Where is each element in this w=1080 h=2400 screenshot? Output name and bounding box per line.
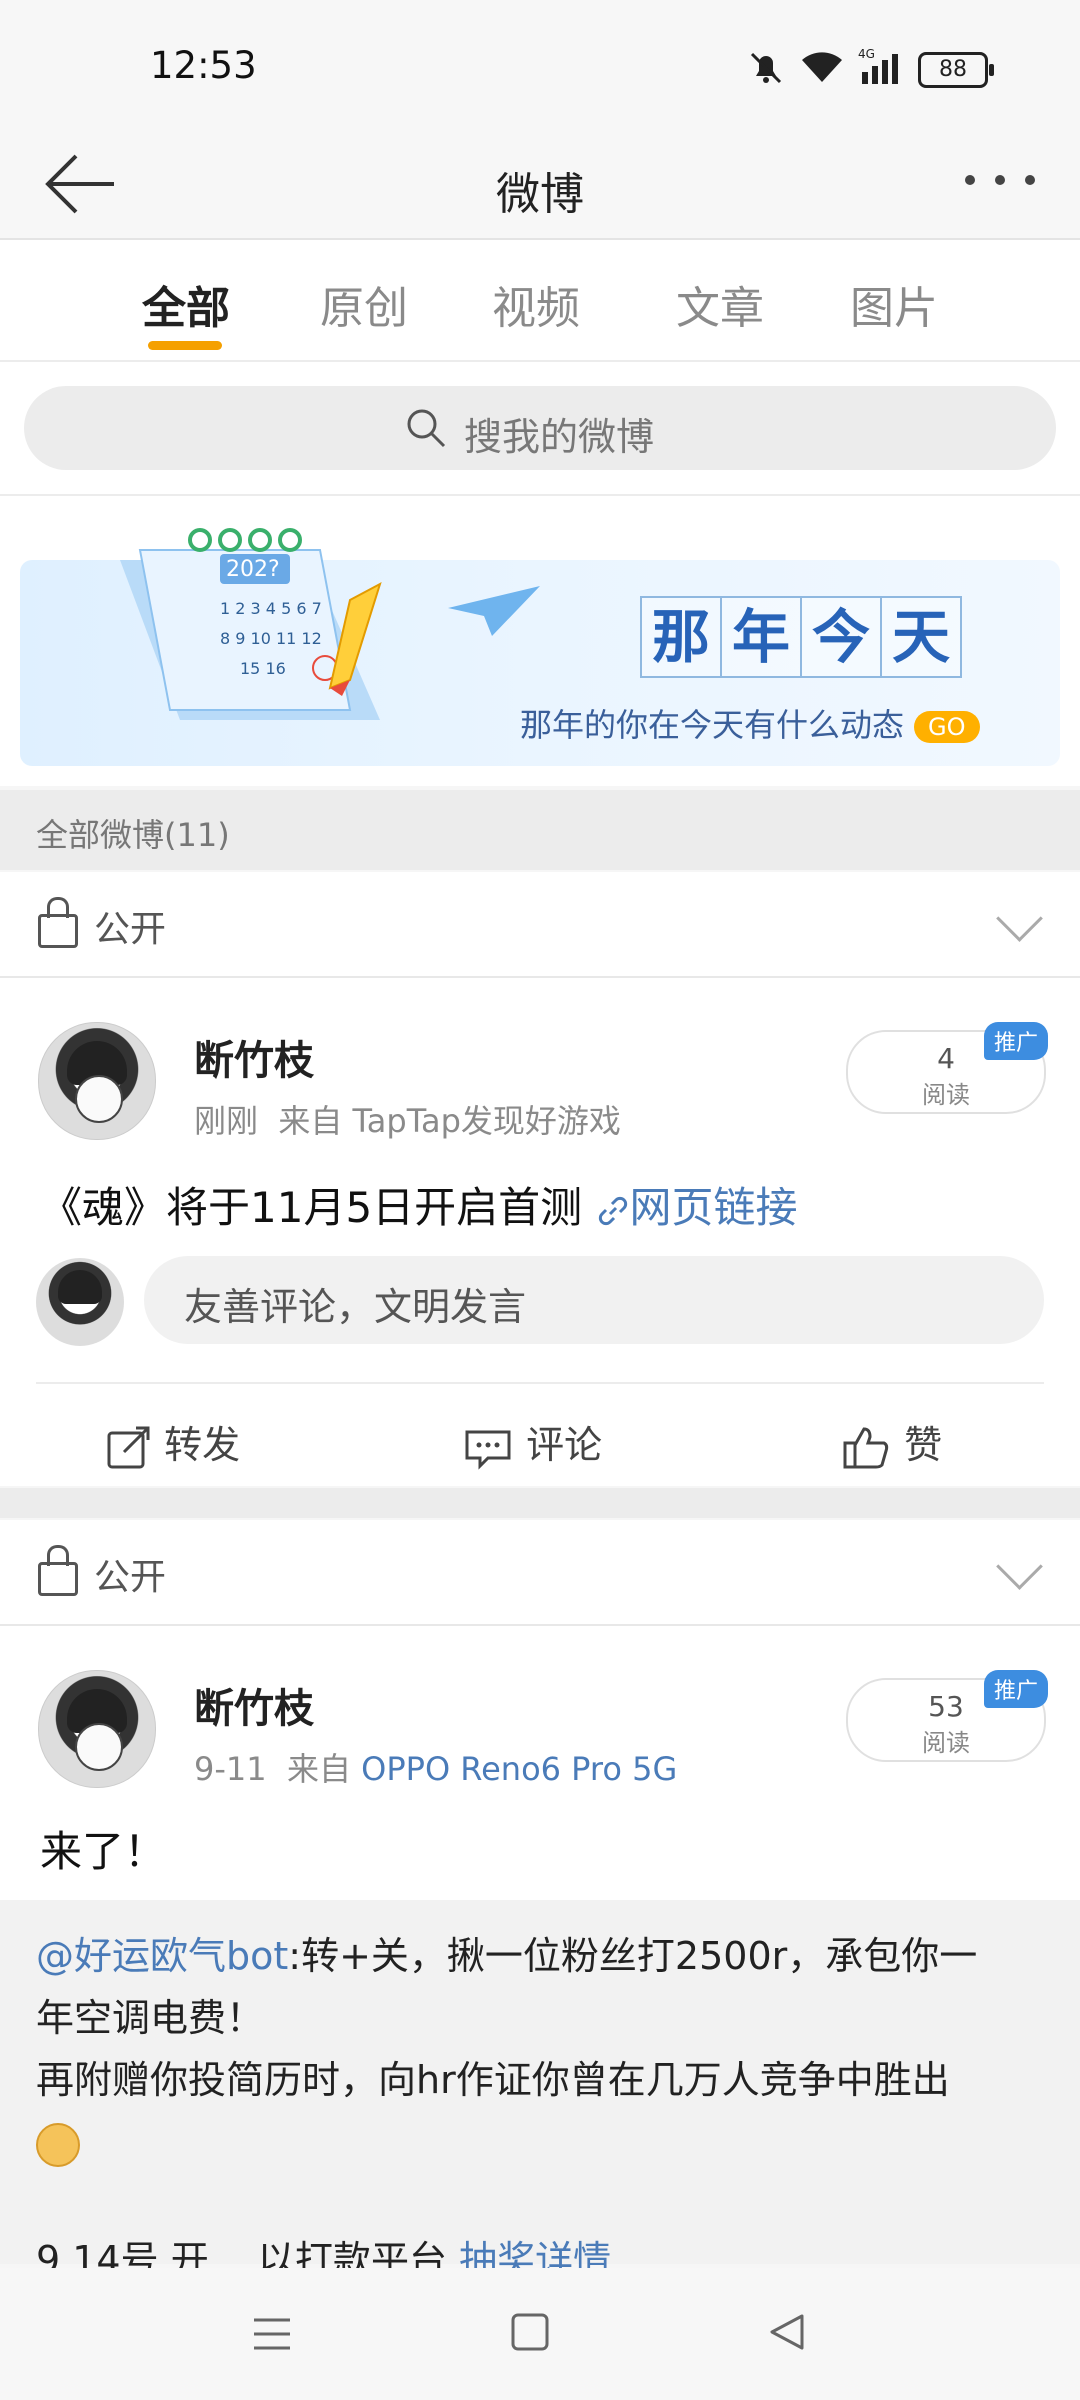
calendar-year: 202? [226, 557, 280, 582]
retweet-text: :转+关，揪一位粉丝打2500r，承包你一 [288, 1934, 978, 1978]
doge-emoji-icon [36, 2122, 80, 2167]
back-triangle-icon[interactable] [766, 2312, 806, 2354]
repost-icon [107, 1426, 150, 1468]
avatar[interactable] [38, 1022, 156, 1140]
banner-title-char: 年 [720, 596, 802, 678]
read-label: 阅读 [922, 1081, 970, 1109]
chevron-down-icon[interactable] [996, 1543, 1043, 1590]
like-label: 赞 [904, 1423, 943, 1467]
from-label: 来自 [286, 1750, 351, 1788]
comment-label: 评论 [526, 1423, 603, 1467]
post-source[interactable]: TapTap发现好游戏 [353, 1102, 621, 1140]
chevron-down-icon[interactable] [996, 895, 1043, 942]
section-title: 全部微博(11) [36, 816, 230, 854]
author-name[interactable]: 断竹枝 [194, 1676, 314, 1734]
read-count-badge[interactable]: 53 阅读 推广 [846, 1670, 1048, 1762]
more-options-icon[interactable] [962, 170, 1038, 190]
go-button[interactable]: GO [914, 711, 980, 743]
banner-subtitle: 那年的你在今天有什么动态 GO [520, 700, 980, 746]
search-placeholder: 搜我的微博 [464, 415, 655, 459]
post-time: 9-11 [194, 1750, 267, 1788]
banner-title: 那年今天 [640, 596, 962, 678]
banner-title-char: 天 [880, 596, 962, 678]
paper-plane-icon [448, 586, 540, 636]
filter-tabs: 全部 原创 视频 文章 图片 [0, 240, 1080, 362]
memories-banner-area: 202? 1 2 3 4 5 6 7 8 9 10 11 12 15 16 那年… [0, 496, 1080, 786]
lock-open-icon [38, 1545, 78, 1596]
divider [36, 1382, 1044, 1384]
tab-video[interactable]: 视频 [492, 272, 580, 336]
from-label: 来自 [278, 1102, 343, 1140]
visibility-row[interactable]: 公开 [0, 872, 1080, 978]
banner-title-char: 那 [640, 596, 722, 678]
memories-banner[interactable]: 202? 1 2 3 4 5 6 7 8 9 10 11 12 15 16 那年… [20, 528, 1060, 766]
search-input[interactable]: 搜我的微博 [24, 386, 1056, 470]
avatar[interactable] [38, 1670, 156, 1788]
promote-badge[interactable]: 推广 [983, 1022, 1048, 1060]
lock-open-icon [38, 897, 78, 948]
web-link[interactable]: 网页链接 [596, 1183, 798, 1232]
mention-link[interactable]: @好运欧气bot [36, 1934, 288, 1978]
like-button[interactable]: 赞 [842, 1414, 942, 1471]
search-icon [407, 409, 446, 448]
repost-label: 转发 [164, 1423, 241, 1467]
battery-indicator: 88 [918, 52, 994, 88]
repost-button[interactable]: 转发 [106, 1414, 240, 1470]
banner-title-char: 今 [800, 596, 882, 678]
post-gap [0, 1488, 1080, 1518]
menu-icon[interactable] [252, 2314, 292, 2354]
tab-all[interactable]: 全部 [142, 272, 230, 336]
web-link-text: 网页链接 [629, 1183, 798, 1232]
mute-bell-icon [750, 52, 782, 84]
status-time: 12:53 [150, 44, 257, 87]
svg-text:4G: 4G [858, 47, 875, 61]
comment-icon [465, 1430, 511, 1470]
tab-original[interactable]: 原创 [320, 272, 408, 336]
visibility-label: 公开 [94, 1557, 167, 1598]
top-nav: 微博 [0, 130, 1080, 240]
author-name[interactable]: 断竹枝 [194, 1028, 314, 1086]
signal-icon: 4G [858, 47, 898, 84]
comment-placeholder: 友善评论，文明发言 [184, 1285, 527, 1329]
status-bar: 12:53 4G 88 [0, 0, 1080, 130]
wifi-icon [802, 52, 842, 82]
comment-button[interactable]: 评论 [464, 1414, 602, 1470]
read-count-badge[interactable]: 4 阅读 推广 [846, 1022, 1048, 1114]
svg-text:8 9 10 11 12: 8 9 10 11 12 [220, 629, 322, 648]
retweet-content[interactable]: @好运欧气bot:转+关，揪一位粉丝打2500r，承包你一 年空调电费！ 再附赠… [0, 1900, 1080, 2282]
promote-badge[interactable]: 推广 [983, 1670, 1048, 1708]
visibility-row[interactable]: 公开 [0, 1520, 1080, 1626]
retweet-line: 再附赠你投简历时，向hr作证你曾在几万人竞争中胜出 [36, 2058, 950, 2102]
system-nav-bar [0, 2268, 1080, 2400]
post-body: 《魂》将于11月5日开启首测 [40, 1183, 583, 1232]
banner-subtitle-text: 那年的你在今天有什么动态 [520, 706, 905, 744]
svg-text:1 2 3 4 5 6 7: 1 2 3 4 5 6 7 [220, 599, 322, 618]
active-tab-indicator [148, 341, 222, 350]
visibility-label: 公开 [94, 909, 167, 950]
home-icon[interactable] [510, 2312, 550, 2354]
retweet-line: @好运欧气bot:转+关，揪一位粉丝打2500r，承包你一 [36, 1926, 1046, 1986]
tab-article[interactable]: 文章 [676, 272, 764, 336]
calendar-illustration: 202? 1 2 3 4 5 6 7 8 9 10 11 12 15 16 [120, 528, 382, 720]
svg-text:15 16: 15 16 [240, 659, 286, 678]
post-body: 来了！ [40, 1827, 167, 1876]
like-icon [843, 1426, 889, 1468]
tab-picture[interactable]: 图片 [850, 272, 938, 336]
retweet-line [36, 2112, 1046, 2172]
post-card: 断竹枝 刚刚 来自 TapTap发现好游戏 4 阅读 推广 《魂》将于11月5日… [0, 978, 1080, 1486]
section-header: 全部微博(11) [0, 790, 1080, 870]
link-icon [598, 1196, 627, 1225]
read-label: 阅读 [922, 1729, 970, 1757]
search-area: 搜我的微博 [0, 362, 1080, 496]
post-text: 《魂》将于11月5日开启首测 网页链接 [40, 1174, 798, 1235]
comment-input[interactable]: 友善评论，文明发言 [144, 1256, 1044, 1344]
my-avatar [36, 1258, 124, 1346]
page-title: 微博 [496, 169, 584, 220]
post-meta: 刚刚 来自 TapTap发现好游戏 [194, 1096, 621, 1142]
post-card: 断竹枝 9-11 来自 OPPO Reno6 Pro 5G 53 阅读 推广 来… [0, 1626, 1080, 1900]
post-source[interactable]: OPPO Reno6 Pro 5G [361, 1750, 677, 1788]
post-time: 刚刚 [194, 1102, 259, 1140]
retweet-line: 年空调电费！ [36, 1996, 265, 2040]
post-meta: 9-11 来自 OPPO Reno6 Pro 5G [194, 1744, 677, 1790]
